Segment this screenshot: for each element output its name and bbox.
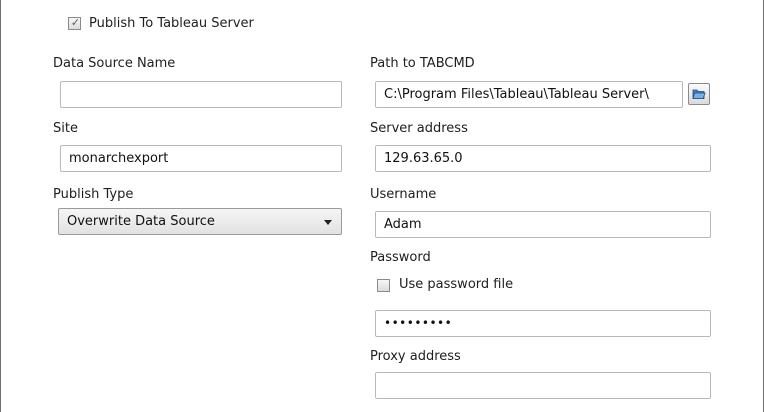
publish-type-label: Publish Type [53,187,134,202]
publish-to-tableau-label: Publish To Tableau Server [89,16,254,31]
use-password-file-label: Use password file [399,277,514,292]
site-label: Site [53,121,78,136]
proxy-address-input[interactable] [375,372,711,399]
publish-type-selected-value: Overwrite Data Source [67,214,215,229]
check-icon: ✓ [70,16,81,29]
password-label: Password [370,250,431,265]
server-address-input[interactable]: 129.63.65.0 [375,145,711,172]
tabcmd-path-label: Path to TABCMD [370,56,475,71]
use-password-file-checkbox[interactable] [377,279,390,292]
data-source-name-label: Data Source Name [53,56,176,71]
username-label: Username [370,187,437,202]
publish-settings-panel: ✓ Publish To Tableau Server Data Source … [0,0,764,412]
password-input[interactable]: ••••••••• [375,310,711,337]
username-input[interactable]: Adam [375,211,711,238]
publish-to-tableau-checkbox[interactable]: ✓ [68,16,81,30]
browse-tabcmd-button[interactable] [688,83,710,105]
tabcmd-path-input[interactable]: C:\Program Files\Tableau\Tableau Server\ [375,81,683,108]
chevron-down-icon [324,220,332,225]
server-address-label: Server address [370,121,468,136]
site-input[interactable]: monarchexport [60,145,342,172]
folder-open-icon [692,89,706,99]
publish-type-select[interactable]: Overwrite Data Source [58,208,342,235]
data-source-name-input[interactable] [60,81,342,108]
proxy-address-label: Proxy address [370,349,461,364]
